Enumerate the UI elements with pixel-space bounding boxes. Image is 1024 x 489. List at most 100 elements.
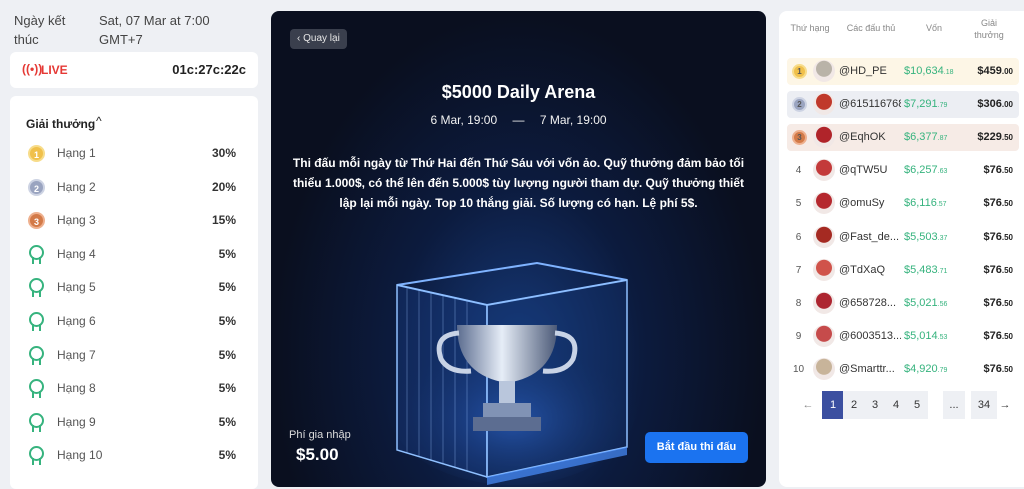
prize-main: $76 [983,197,1002,210]
rank-number: 9 [795,330,802,342]
prize-rank-label: Hạng 8 [57,381,96,396]
player-name[interactable]: @HD_PE [839,65,901,77]
capital-decimal: .18 [943,69,954,76]
end-time-value: Sat, 07 Mar at 7:00 GMT+7 [99,13,210,47]
prize-rank-label: Hạng 1 [57,146,96,160]
arena-description: Thi đấu mỗi ngày từ Thứ Hai đến Thứ Sáu … [292,156,745,210]
player-prize: $76.50 [984,363,1013,375]
prize-main: $76 [983,362,1002,375]
award-ribbon-icon [28,278,45,298]
leaderboard-row[interactable]: 10 @Smarttr... $4,920.79 $76.50 [787,356,1019,383]
capital-main: $7,291 [904,98,938,111]
player-capital: $6,257.63 [904,164,947,176]
page-button[interactable]: 1 [822,391,844,419]
prize-decimal: .00 [1001,100,1013,110]
capital-main: $5,014 [904,329,938,342]
player-name[interactable]: @omuSy [839,197,901,209]
prize-percentage: 20% [211,179,236,194]
player-name[interactable]: @Smarttr... [839,363,901,375]
prize-percentage: 5% [218,246,236,261]
leaderboard-row[interactable]: 1 @HD_PE $10,634.18 $459.00 [787,58,1019,85]
avatar [813,192,835,215]
capital-decimal: .56 [937,300,948,308]
player-name[interactable]: @658728... [839,297,901,309]
prize-percentage: 5% [218,414,236,429]
next-page-button[interactable]: → [997,391,1013,419]
prize-percentage: 15% [211,213,236,228]
prize-percentage: 5% [218,347,236,362]
rank-number: 7 [795,264,802,276]
rank-number: 4 [795,165,802,177]
prize-main: $76 [983,230,1002,243]
prize-main: $459 [977,65,1002,77]
header-capital: Vốn [925,23,942,33]
avatar [813,126,835,149]
medal-icon: 1 [28,145,45,162]
player-capital: $7,291.79 [904,98,947,110]
capital-main: $6,377 [904,131,938,144]
prize-row: 3 Hạng 3 15% [26,205,242,239]
player-name[interactable]: @EqhOK [839,131,901,143]
prize-decimal: .50 [1001,265,1013,275]
player-name[interactable]: @6003513... [839,330,901,342]
prize-heading[interactable]: Giải thưởng [26,117,95,131]
header-rank: Thứ hạng [790,23,830,33]
capital-main: $5,483 [904,263,938,276]
player-capital: $10,634.18 [904,65,954,77]
leaderboard-row[interactable]: 8 @658728... $5,021.56 $76.50 [787,290,1019,317]
player-name[interactable]: @Fast_de... [839,231,901,243]
avatar [813,225,835,248]
leaderboard-row[interactable]: 5 @omuSy $6,116.57 $76.50 [787,190,1019,217]
leaderboard-row[interactable]: 6 @Fast_de... $5,503.37 $76.50 [787,224,1019,251]
leaderboard-row[interactable]: 4 @qTW5U $6,257.63 $76.50 [787,157,1019,184]
prize-decimal: .50 [1001,298,1013,308]
leaderboard-row[interactable]: 9 @6003513... $5,014.53 $76.50 [787,323,1019,350]
prize-row: Hạng 9 5% [26,407,242,441]
prize-row: Hạng 6 5% [26,306,242,340]
prize-main: $229 [977,131,1002,144]
prize-rank-label: Hạng 7 [57,347,96,362]
leaderboard-row[interactable]: 2 @615116768 $7,291.79 $306.00 [787,91,1019,119]
prize-row: Hạng 4 5% [26,239,242,273]
end-time-card: Ngày kết thúc Sat, 07 Mar at 7:00 GMT+7 [0,0,258,50]
player-prize: $76.50 [984,197,1013,209]
player-name[interactable]: @TdXaQ [839,264,901,276]
capital-main: $6,257 [904,164,938,177]
player-name[interactable]: @615116768 [839,98,901,110]
page-button[interactable]: 5 [906,391,928,419]
page-button[interactable]: 34 [971,391,997,419]
page-button[interactable]: 4 [885,391,907,419]
countdown-timer: 01c:27c:22c [172,62,246,77]
prize-main: $76 [983,263,1002,276]
prize-percentage: 5% [218,381,236,396]
rank-number: 6 [795,231,802,243]
page-button[interactable]: 3 [864,391,886,419]
page-button[interactable]: 2 [843,391,865,419]
prize-main: $76 [983,164,1002,177]
prize-distribution-card: Giải thưởng ^ 1 Hạng 1 30% 2 Hạng 2 20% 3 Hạng … [10,96,258,489]
leaderboard-row[interactable]: 3 @EqhOK $6,377.87 $229.50 [787,124,1019,152]
player-capital: $5,503.37 [904,231,947,243]
leaderboard-row[interactable]: 7 @TdXaQ $5,483.71 $76.50 [787,257,1019,284]
end-time-label: Ngày kết thúc [14,13,66,47]
player-prize: $76.50 [984,330,1013,342]
award-ribbon-icon [28,345,45,365]
live-status-card: ((•)) LIVE 01c:27c:22c [10,52,258,88]
start-competition-button[interactable]: Bắt đầu thi đấu [645,432,748,463]
rank-number: 10 [792,363,805,375]
player-name[interactable]: @qTW5U [839,164,901,176]
arena-hero: ‹ Quay lại $5000 Daily Arena 6 Mar, 19:0… [271,11,766,487]
prize-decimal: .50 [1001,199,1013,209]
capital-decimal: .79 [937,366,948,374]
back-button[interactable]: ‹ Quay lại [290,29,347,49]
page-button[interactable]: ... [943,391,965,419]
capital-decimal: .71 [937,267,948,275]
medal-icon: 2 [28,178,45,196]
award-ribbon-icon [28,446,45,466]
chevron-up-icon[interactable]: ^ [96,114,102,128]
player-prize: $306.00 [977,98,1013,110]
award-ribbon-icon [28,379,45,399]
prev-page-button[interactable]: ← [797,391,819,419]
prize-row: Hạng 10 5% [26,440,242,474]
avatar [813,159,835,182]
